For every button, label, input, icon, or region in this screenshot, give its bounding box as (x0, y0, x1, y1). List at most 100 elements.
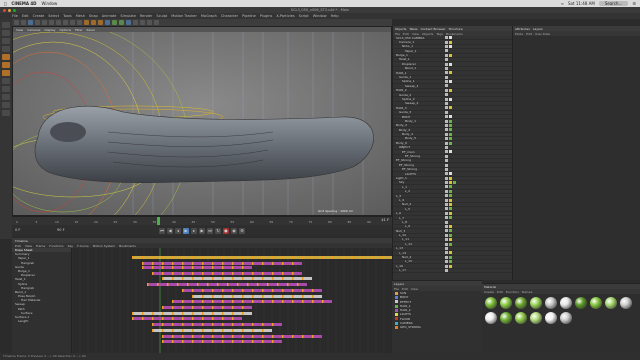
keyframe[interactable] (222, 317, 224, 320)
keyframe[interactable] (177, 283, 179, 286)
keyframe[interactable] (212, 262, 214, 265)
keyframe[interactable] (262, 289, 264, 292)
start-frame-field[interactable]: 0 F (15, 228, 20, 232)
object-tag-icon[interactable] (445, 268, 448, 272)
objects-menu-bookmarks[interactable]: Bookmarks (446, 32, 463, 36)
object-tag-icon[interactable] (449, 260, 452, 264)
keyframe[interactable] (362, 256, 364, 259)
keyframe[interactable] (182, 256, 184, 259)
points-mode-button[interactable] (2, 54, 10, 60)
keyframe[interactable] (142, 256, 144, 259)
keyframe[interactable] (212, 295, 214, 298)
keyframe[interactable] (212, 306, 214, 309)
keyframe[interactable] (297, 283, 299, 286)
layer-color-swatch[interactable] (395, 308, 398, 312)
keyframe[interactable] (172, 277, 174, 280)
object-tag-icon[interactable] (445, 93, 448, 97)
keyframe[interactable] (227, 283, 229, 286)
timeline-menu-frame[interactable]: Frame (36, 244, 45, 248)
keyframe[interactable] (212, 300, 214, 303)
keyframe[interactable] (312, 295, 314, 298)
keyframe[interactable] (257, 283, 259, 286)
object-tag-icon[interactable] (449, 238, 452, 242)
keyframe[interactable] (252, 340, 254, 343)
keyframe[interactable] (172, 262, 174, 265)
keyframe[interactable] (222, 289, 224, 292)
keyframe[interactable] (162, 323, 164, 326)
keyframe[interactable] (182, 277, 184, 280)
object-tag-icon[interactable] (445, 229, 448, 233)
keyframe[interactable] (162, 272, 164, 275)
object-tag-icon[interactable] (445, 80, 448, 84)
keyframe[interactable] (222, 277, 224, 280)
keyframe[interactable] (282, 289, 284, 292)
keyframe[interactable] (242, 323, 244, 326)
materials-menu-function[interactable]: Function (506, 290, 519, 294)
keyframe[interactable] (212, 277, 214, 280)
go-to-end-button[interactable]: ⏭ (207, 227, 213, 234)
object-tag-icon[interactable] (445, 119, 448, 123)
object-tag-icon[interactable] (445, 40, 448, 44)
object-tag-icon[interactable] (449, 207, 452, 211)
layers-tab-layers[interactable]: Layers (394, 282, 404, 286)
object-tag-icon[interactable] (449, 36, 452, 40)
layer-color-swatch[interactable] (395, 291, 398, 295)
keyframe[interactable] (277, 283, 279, 286)
object-tag-icon[interactable] (449, 176, 452, 180)
keyframe[interactable] (202, 329, 204, 332)
object-tag-icon[interactable] (445, 62, 448, 66)
keyframe[interactable] (172, 300, 174, 303)
object-tag-icon[interactable] (449, 194, 452, 198)
notification-icon[interactable]: ☰ (632, 1, 636, 6)
keyframe[interactable] (162, 262, 164, 265)
menu-snap[interactable]: Snap (89, 14, 98, 18)
keyframe[interactable] (192, 312, 194, 315)
keyframe[interactable] (187, 283, 189, 286)
material-swatch[interactable] (560, 297, 572, 309)
keyframe[interactable] (282, 256, 284, 259)
keyframe[interactable] (232, 340, 234, 343)
keyframe[interactable] (212, 329, 214, 332)
viewport-menu-panel[interactable]: Panel (87, 28, 95, 32)
object-tag-icon[interactable] (445, 66, 448, 70)
keyframe[interactable] (222, 323, 224, 326)
keyframe[interactable] (232, 262, 234, 265)
close-window-button[interactable] (3, 8, 6, 12)
keyframe-range[interactable] (152, 272, 302, 275)
object-tag-icon[interactable] (445, 216, 448, 220)
keyframe[interactable] (262, 300, 264, 303)
keyframe-range[interactable] (162, 277, 312, 280)
keyframe[interactable] (192, 323, 194, 326)
keyframe[interactable] (182, 272, 184, 275)
object-tag-icon[interactable] (449, 198, 452, 202)
keyframe[interactable] (152, 323, 154, 326)
material-swatch[interactable] (515, 312, 527, 324)
coordinate-system-button[interactable] (77, 20, 82, 25)
keyframe[interactable] (242, 312, 244, 315)
keyframe[interactable] (242, 300, 244, 303)
keyframe[interactable] (152, 256, 154, 259)
timeline-menu-functions[interactable]: Functions (49, 244, 63, 248)
keyframe[interactable] (222, 256, 224, 259)
keyframe[interactable] (162, 329, 164, 332)
render-view-button[interactable] (84, 20, 89, 25)
object-tag-icon[interactable] (449, 124, 452, 127)
layer-color-swatch[interactable] (395, 321, 398, 325)
keyframe[interactable] (192, 300, 194, 303)
viewport-menu-view[interactable]: View (16, 28, 23, 32)
scale-tool-button[interactable] (42, 20, 47, 25)
keyframe[interactable] (222, 266, 224, 269)
object-tag-icon[interactable] (445, 224, 448, 228)
material-swatch[interactable] (515, 297, 527, 309)
keyframe-range[interactable] (142, 266, 252, 269)
keyframe[interactable] (272, 323, 274, 326)
keyframe[interactable] (272, 335, 274, 338)
object-tag-icon[interactable] (449, 53, 452, 57)
keyframe[interactable] (262, 340, 264, 343)
menu-mesh[interactable]: Mesh (76, 14, 85, 18)
object-tag-icon[interactable] (449, 88, 452, 92)
keyframe[interactable] (292, 289, 294, 292)
keyframe[interactable] (202, 256, 204, 259)
model-mode-button[interactable] (2, 30, 10, 36)
keyframe[interactable] (202, 317, 204, 320)
